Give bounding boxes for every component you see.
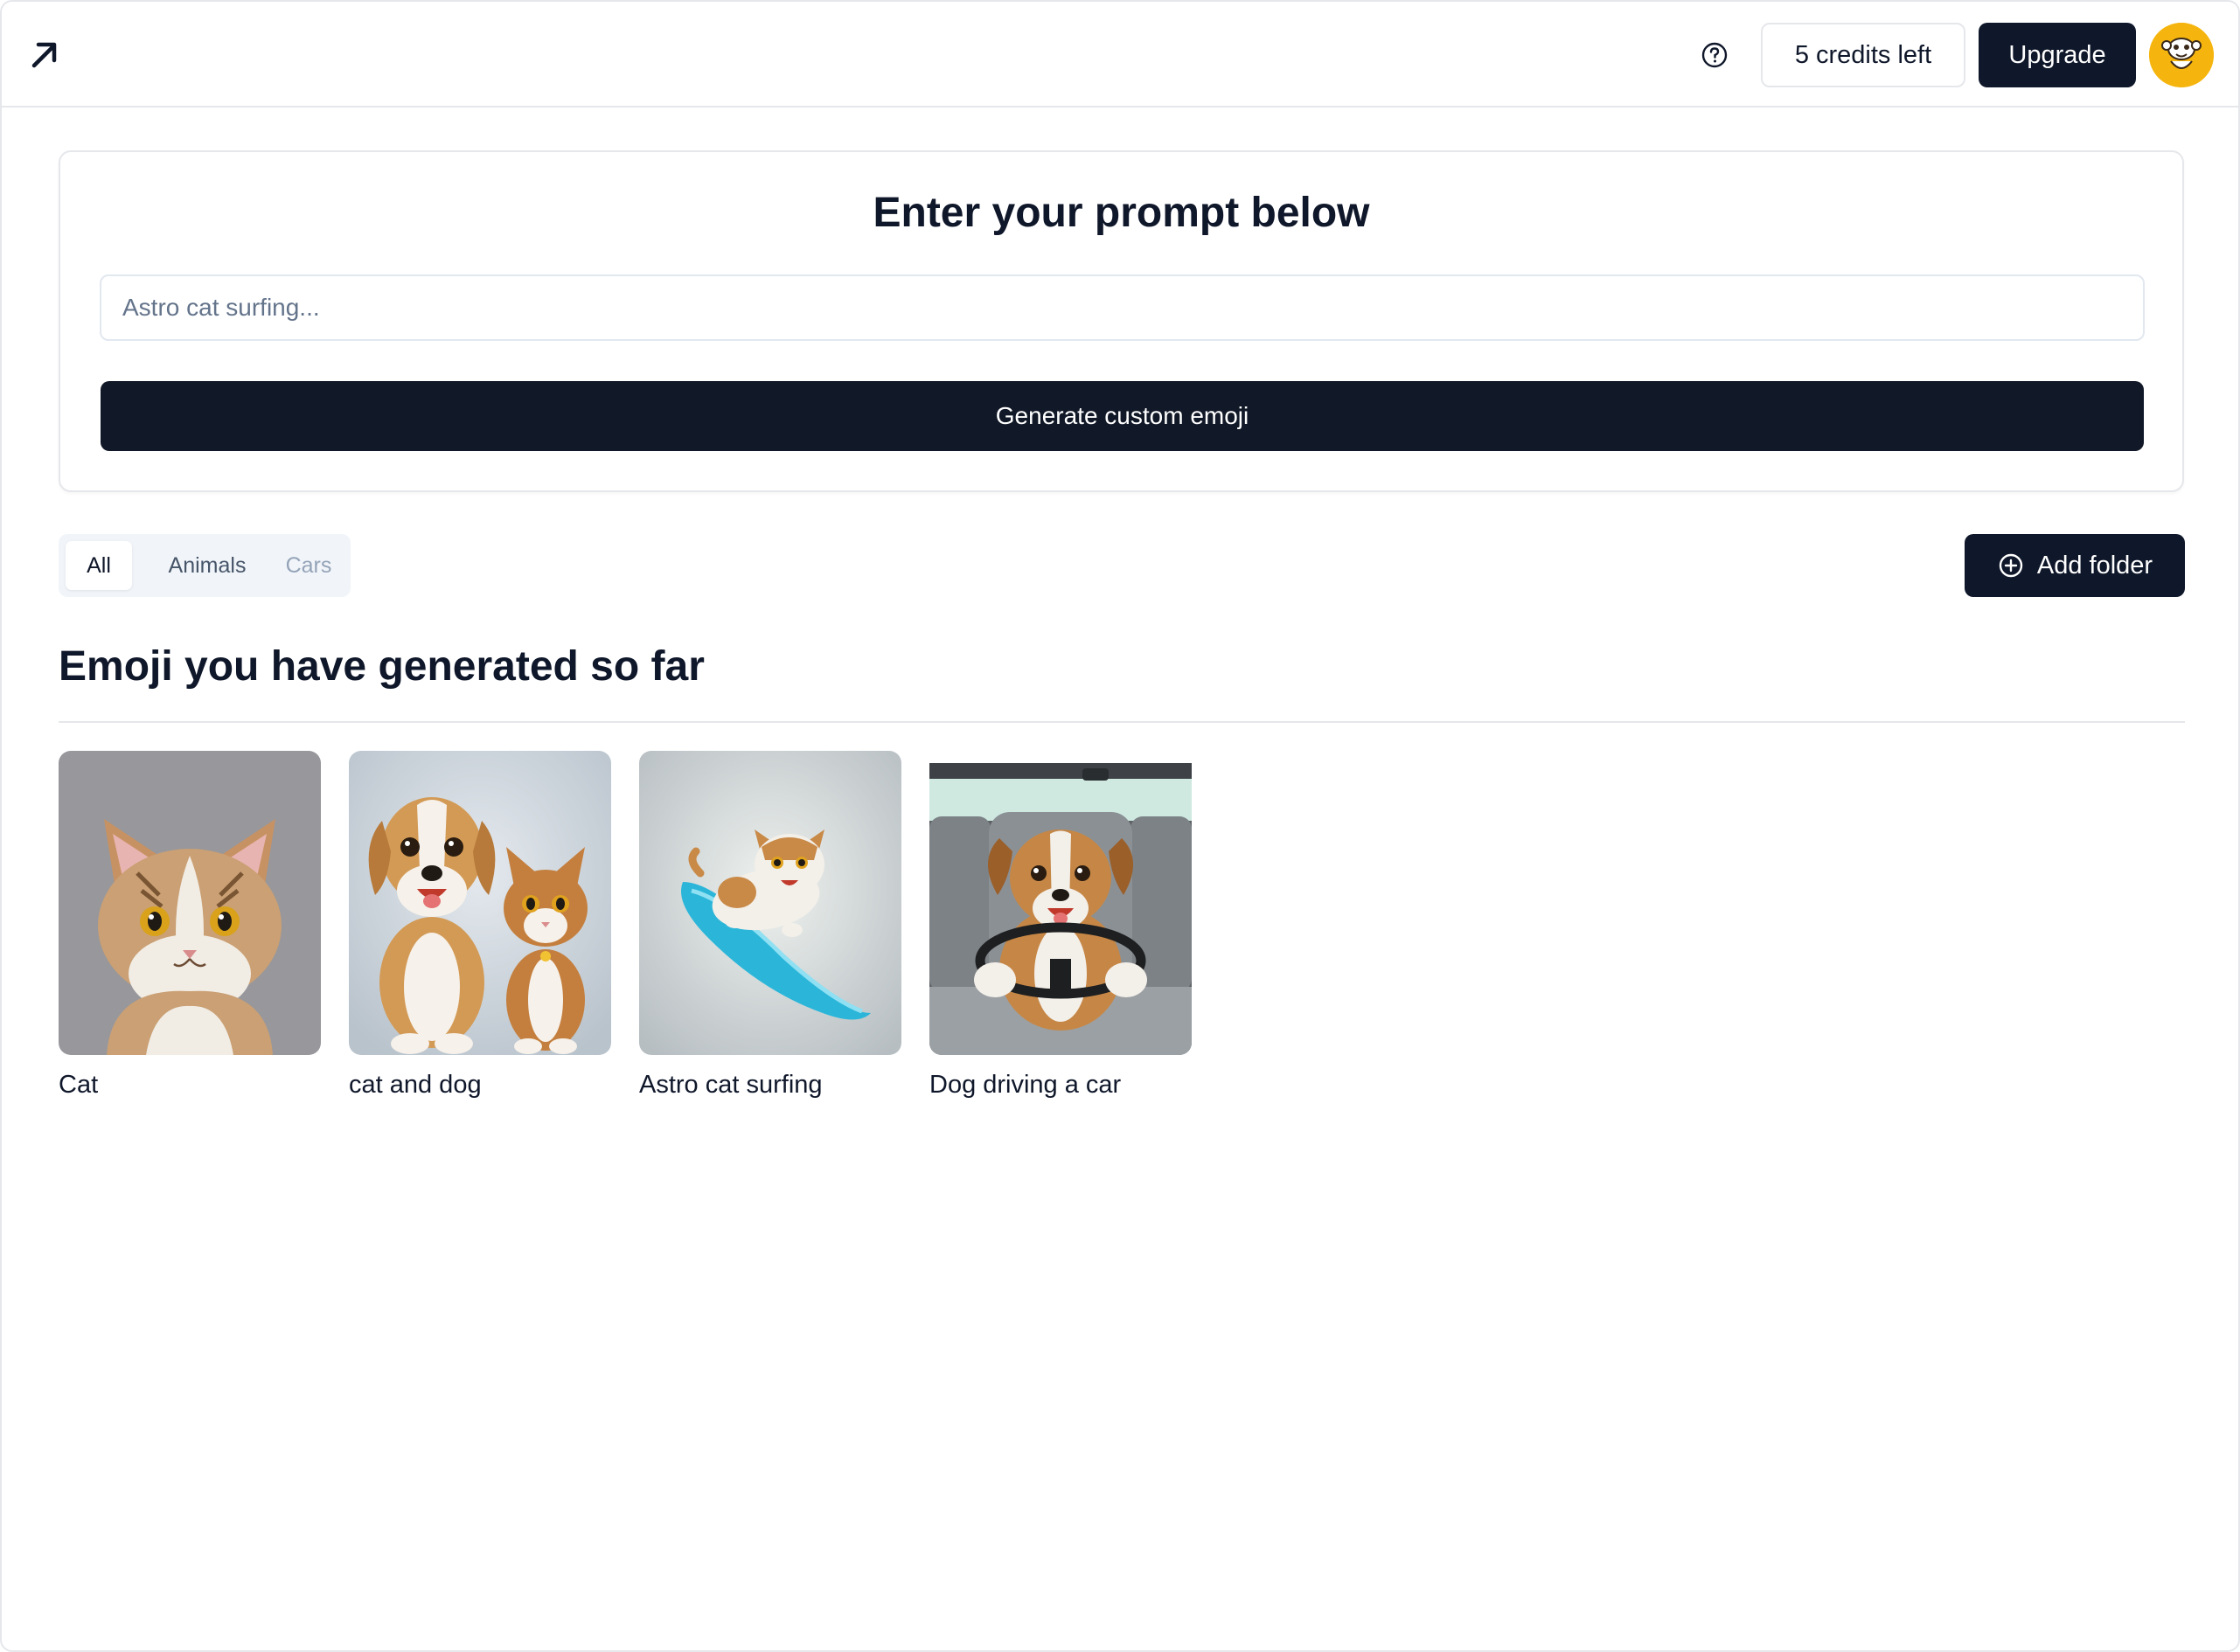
top-header: 5 credits left Upgrade: [2, 2, 2238, 108]
gallery-caption: Astro cat surfing: [639, 1071, 823, 1099]
gallery-caption: Dog driving a car: [929, 1071, 1122, 1099]
gallery-item[interactable]: cat and dog: [349, 751, 611, 1100]
prompt-card: Enter your prompt below Generate custom …: [59, 150, 2184, 492]
cat-and-dog-emoji-image[interactable]: [349, 751, 611, 1055]
user-avatar[interactable]: [2149, 23, 2214, 87]
folder-tabs: All Animals Cars: [59, 534, 351, 597]
add-folder-button[interactable]: Add folder: [1965, 534, 2185, 597]
generate-emoji-button[interactable]: Generate custom emoji: [101, 381, 2144, 451]
upgrade-button[interactable]: Upgrade: [1979, 23, 2136, 87]
gallery-item[interactable]: Cat: [59, 751, 321, 1100]
help-circle-icon[interactable]: [1698, 38, 1731, 72]
gallery-item[interactable]: Astro cat surfing: [639, 751, 901, 1100]
gallery-title: Emoji you have generated so far: [59, 643, 705, 690]
prompt-input[interactable]: [100, 274, 2145, 341]
cat-emoji-image[interactable]: [59, 751, 321, 1055]
app-window: 5 credits left Upgrade Enter your prompt…: [0, 0, 2240, 1652]
monkey-avatar-icon: [2149, 23, 2214, 87]
tab-cars[interactable]: Cars: [272, 541, 345, 590]
gallery-caption: cat and dog: [349, 1071, 482, 1099]
cat-surfing-emoji-image[interactable]: [639, 751, 901, 1055]
gallery-caption: Cat: [59, 1071, 99, 1099]
prompt-title: Enter your prompt below: [873, 190, 1370, 236]
credits-button[interactable]: 5 credits left: [1761, 23, 1965, 87]
arrow-up-right-icon[interactable]: [29, 38, 60, 70]
tab-all[interactable]: All: [66, 541, 132, 590]
tab-animals[interactable]: Animals: [143, 541, 272, 590]
add-folder-label: Add folder: [2036, 551, 2153, 580]
dog-driving-emoji-image[interactable]: [929, 751, 1192, 1055]
divider: [59, 721, 2185, 723]
gallery-item[interactable]: Dog driving a car: [929, 751, 1192, 1100]
plus-circle-icon: [1999, 553, 2023, 578]
